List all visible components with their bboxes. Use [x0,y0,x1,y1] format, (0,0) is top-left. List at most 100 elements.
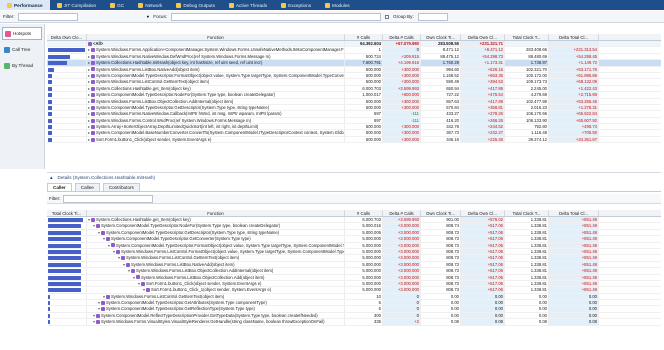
tab-active-threads[interactable]: Active Threads [222,0,274,10]
tab-network[interactable]: Network [131,0,169,10]
function-name: Sort.Form1.button1_Click(object sender, … [96,136,212,142]
subtab-callee[interactable]: Callee [74,183,100,191]
function-name: System.ComponentModel.BaseNumberConverte… [96,130,345,136]
time-bar-fill [48,256,82,261]
time-bar-fill [48,320,50,325]
group-by-label: Group By: [393,14,414,19]
calls-cell: 94.392.604 [345,41,383,47]
column-header-1[interactable]: Function [87,210,345,216]
total-time-cell: 39.374.12 [505,136,549,143]
delta-total-cell: +65.607.92 [549,117,599,124]
group-by-checkbox[interactable] [385,14,390,19]
total-time-cell: 0.00 [505,293,549,300]
delta-own-cell: 0.00 [461,293,505,300]
own-time-bar [47,229,87,236]
details-filter-input[interactable] [63,194,154,203]
column-header-2[interactable]: # Calls [345,34,383,40]
delta-own-cell: +517.06 [461,248,505,255]
table-row[interactable]: ▸ Sort.Form1.button1_Click(object sender,… [47,136,661,144]
column-header-7[interactable]: Delta Total Cl... [549,34,599,40]
total-time-cell: 106.133.90 [505,117,549,124]
column-header-4[interactable]: Own Clock Ti... [421,34,461,40]
delta-own-cell: +517.06 [461,223,505,229]
own-time-bar [47,47,87,53]
calls-cell: 500.724 [345,53,383,60]
delta-calls-cell: +3.000.000 [383,236,421,242]
calls-cell: 500.000 [345,130,383,136]
method-icon [91,86,95,91]
column-header-5[interactable]: Delta Own Cl... [461,210,505,216]
method-icon [91,217,95,222]
delta-calls-cell: 0 [383,312,421,319]
column-header-0[interactable]: Delta Own Clo... [47,34,87,40]
calls-cell: 5.000.000 [345,280,383,287]
method-icon [96,313,100,318]
method-icon [106,237,110,242]
own-time-bar [47,236,87,242]
delta-calls-cell: +3.599.993 [383,217,421,223]
filter-input[interactable] [18,12,79,21]
delta-total-cell: +498.74 [549,124,599,130]
column-header-1[interactable]: Function [87,34,345,40]
function-cell: ▾ System.ComponentModel.TypeDescriptor.Ge… [87,300,345,306]
collapse-icon[interactable]: ▲ [49,175,54,180]
calls-cell: 5.000.000 [345,261,383,268]
own-time-bar [47,111,87,117]
column-header-6[interactable]: Total Clock T... [505,210,549,216]
total-time-cell: 4.279.69 [505,92,549,98]
nav-item-hotspots[interactable]: Hotspots [2,27,42,40]
column-header-5[interactable]: Delta Own Cl... [461,34,505,40]
column-header-3[interactable]: Delta # Calls [383,34,421,40]
tab-gc[interactable]: GC [103,0,131,10]
focus-icon: ● [146,14,150,19]
delta-total-cell: +34.361.67 [549,136,599,143]
function-name: System.Windows.Forms.ListBox.ObjectColle… [96,98,234,104]
delta-own-cell: +517.06 [461,229,505,236]
tab-performance[interactable]: Performance [0,0,50,10]
details-bar[interactable]: ▲ Details (System.Collections.Hashtable.… [47,172,661,182]
function-cell: ▾ System.Windows.Forms.ListBox.ObjectColl… [87,268,345,274]
total-time-cell: 1.338.81 [505,255,549,261]
group-by-select[interactable] [417,12,448,21]
function-cell: ▸ System.Collections.Hashtable.InitHash(o… [87,60,345,66]
tab-jit-compilation[interactable]: JIT Compilation [50,0,103,10]
total-time-cell: 1.338.81 [505,268,549,274]
total-time-cell: 1.338.81 [505,248,549,255]
column-header-0[interactable]: Total Clock Ti... [47,210,87,216]
time-bar-fill [48,137,52,142]
details-subtabs: Caller Callee Contributors [47,183,661,192]
own-time-cell: 357.73 [421,130,461,136]
delta-calls-cell: 0 [383,293,421,300]
focus-input[interactable] [171,12,382,21]
delta-calls-cell: 0 [383,306,421,312]
column-header-4[interactable]: Own Clock Ti... [421,210,461,216]
calls-cell: 6.000.703 [345,217,383,223]
nav-item-by-thread[interactable]: By Thread [2,59,42,72]
function-cell: ▸ System.Collections.Hashtable.get_Item(o… [87,85,345,92]
delta-own-cell: +8.471.12 [461,47,505,53]
tab-modules[interactable]: Modules [318,0,357,10]
left-nav: Hotspots Call Tree By Thread [0,24,45,169]
delta-total-cell: 0.00 [549,293,599,300]
column-header-3[interactable]: Delta # Calls [383,210,421,216]
function-cell: ▸ System.Windows.Forms.NativeWindow.Callb… [87,111,345,117]
tab-exceptions[interactable]: Exceptions [274,0,318,10]
calls-cell: 5.000.000 [345,236,383,242]
tab-debug-outputs[interactable]: Debug Outputs [169,0,222,10]
column-header-2[interactable]: # Calls [345,210,383,216]
delta-own-cell: +517.06 [461,287,505,293]
subtab-caller[interactable]: Caller [47,183,72,191]
column-header-6[interactable]: Total Clock T... [505,34,549,40]
function-name: System.Windows.Forms.ListControl.GetItem… [126,255,240,261]
own-time-cell: 433.27 [421,111,461,117]
nav-item-label: Hotspots [13,31,32,36]
table-row[interactable]: ▾ System.Windows.Forms.VisualStyles.Visua… [47,319,661,326]
nav-item-call-tree[interactable]: Call Tree [2,43,42,56]
calls-cell: 697 [345,117,383,124]
delta-total-cell: +1.422.43 [549,85,599,92]
total-time-cell: 102.321.70 [505,66,549,72]
column-header-7[interactable]: Delta Total Cl... [549,210,599,216]
method-icon [131,269,135,274]
subtab-contributors[interactable]: Contributors [102,183,140,191]
delta-calls-cell: +600.000 [383,92,421,98]
